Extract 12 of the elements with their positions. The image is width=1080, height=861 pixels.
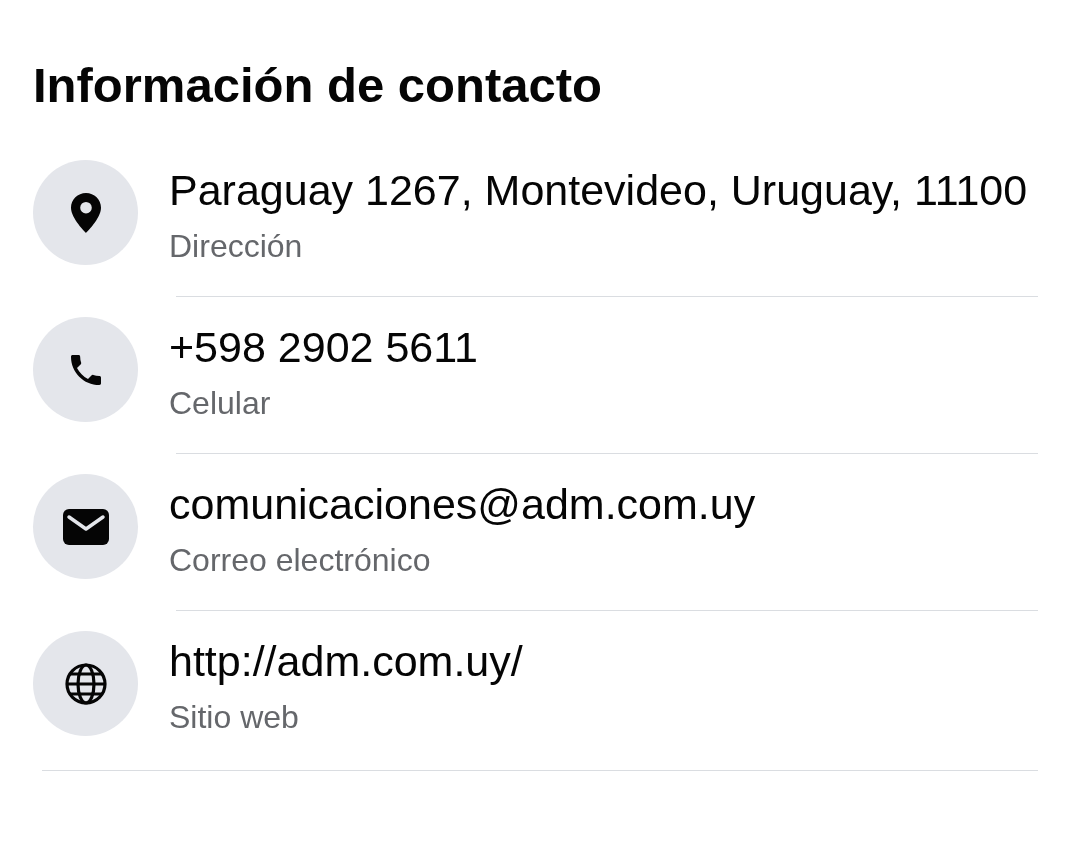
envelope-icon	[62, 508, 109, 545]
globe-icon	[64, 662, 107, 705]
contact-label: Sitio web	[169, 698, 299, 737]
contact-value[interactable]: http://adm.com.uy/	[169, 633, 523, 689]
location-pin-icon	[70, 192, 101, 233]
contact-value: Paraguay 1267, Montevideo, Uruguay, 11100	[169, 165, 1028, 216]
contact-value[interactable]: +598 2902 5611	[169, 319, 478, 375]
contact-value[interactable]: comunicaciones@adm.com.uy	[169, 476, 756, 532]
section-title: Información de contacto	[33, 57, 603, 114]
contact-label: Dirección	[169, 227, 303, 266]
contact-label: Correo electrónico	[169, 541, 431, 580]
contact-label: Celular	[169, 384, 271, 423]
